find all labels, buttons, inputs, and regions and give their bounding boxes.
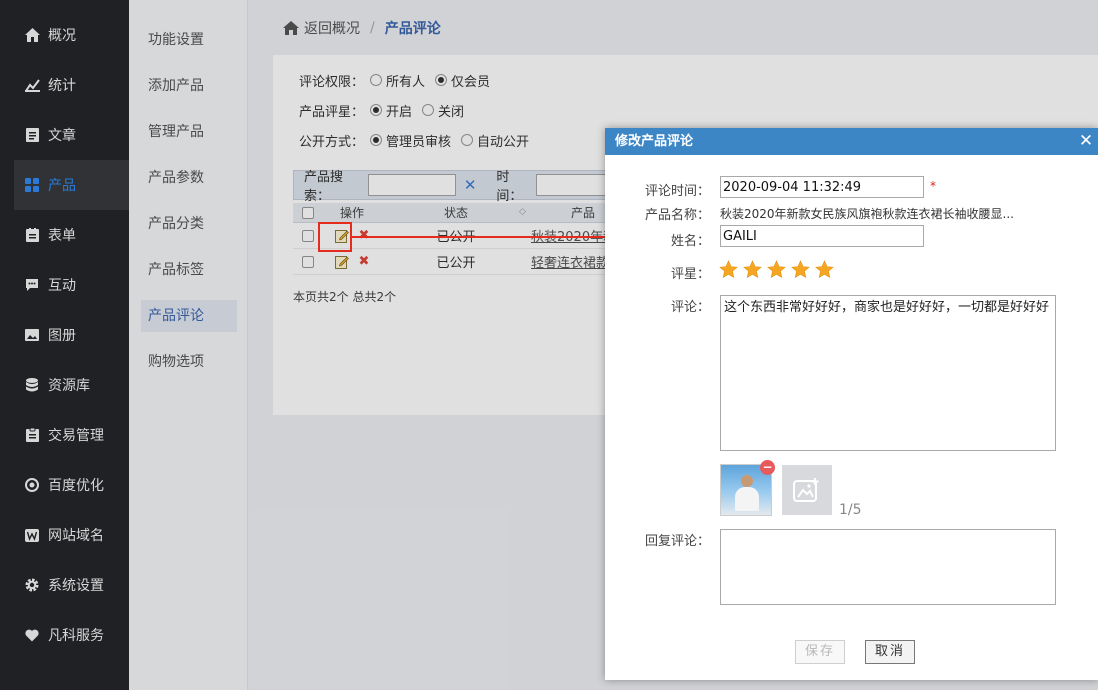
sidebar-item-article[interactable]: 文章 xyxy=(0,110,129,160)
comment-field-label: 评论： xyxy=(670,300,710,315)
sidebar-item-label: 资源库 xyxy=(48,378,90,394)
album-icon xyxy=(24,327,40,343)
article-icon xyxy=(24,127,40,143)
reply-textarea[interactable] xyxy=(720,529,1056,605)
sidebar-item-label: 表单 xyxy=(48,228,76,244)
comment-textarea[interactable]: 这个东西非常好好好，商家也是好好好，一切都是好好好 xyxy=(720,295,1056,451)
sidebar-item-resources[interactable]: 资源库 xyxy=(0,360,129,410)
form-icon xyxy=(24,227,40,243)
sidebar-item-trade[interactable]: 交易管理 xyxy=(0,410,129,460)
rating-field-label: 评星： xyxy=(670,267,710,282)
home-icon xyxy=(24,27,40,43)
product-field-label: 产品名称： xyxy=(644,208,710,223)
sidebar-item-label: 产品 xyxy=(48,178,76,194)
dialog-title: 修改产品评论 xyxy=(615,134,694,149)
sidebar-item-settings[interactable]: 系统设置 xyxy=(0,560,129,610)
gear-icon xyxy=(24,577,40,593)
annotation-arrow-line xyxy=(352,236,615,238)
sidebar-item-stats[interactable]: 统计 xyxy=(0,60,129,110)
main-sidebar: 概况 统计 文章 产品 表单 互动 图册 资源库 交易管理 百度优化 网站域名 xyxy=(0,0,129,690)
star-icon[interactable] xyxy=(743,260,762,279)
time-field-label: 评论时间： xyxy=(644,184,710,199)
sidebar-item-overview[interactable]: 概况 xyxy=(0,10,129,60)
sidebar-item-seo[interactable]: 百度优化 xyxy=(0,460,129,510)
star-icon[interactable] xyxy=(719,260,738,279)
required-mark: * xyxy=(930,179,936,193)
image-count: 1/5 xyxy=(839,502,862,518)
seo-icon xyxy=(24,477,40,493)
sidebar-item-label: 图册 xyxy=(48,328,76,344)
annotation-highlight-box xyxy=(318,222,352,252)
rating-stars xyxy=(719,260,834,279)
star-icon[interactable] xyxy=(791,260,810,279)
name-input[interactable] xyxy=(720,225,924,247)
add-image-icon xyxy=(793,478,819,502)
chat-icon xyxy=(24,277,40,293)
sidebar-item-domain[interactable]: 网站域名 xyxy=(0,510,129,560)
dialog-title-bar: 修改产品评论 ✕ xyxy=(605,128,1098,155)
database-icon xyxy=(24,377,40,393)
sidebar-item-label: 互动 xyxy=(48,278,76,294)
save-button[interactable]: 保存 xyxy=(795,640,845,664)
sidebar-item-interaction[interactable]: 互动 xyxy=(0,260,129,310)
stats-icon xyxy=(24,77,40,93)
sidebar-item-label: 网站域名 xyxy=(48,528,104,544)
edit-comment-dialog: 修改产品评论 ✕ 评论时间： * 产品名称： 秋装2020年新款女民族风旗袍秋款… xyxy=(605,128,1098,680)
sidebar-item-label: 统计 xyxy=(48,78,76,94)
sidebar-item-service[interactable]: 凡科服务 xyxy=(0,610,129,660)
sidebar-item-form[interactable]: 表单 xyxy=(0,210,129,260)
product-name-value: 秋装2020年新款女民族风旗袍秋款连衣裙长袖收腰显... xyxy=(720,207,1014,221)
sidebar-item-label: 概况 xyxy=(48,28,76,44)
sidebar-item-product[interactable]: 产品 xyxy=(14,160,129,210)
sidebar-item-label: 凡科服务 xyxy=(48,628,104,644)
heart-icon xyxy=(24,627,40,643)
sidebar-item-label: 交易管理 xyxy=(48,428,104,444)
sidebar-item-label: 百度优化 xyxy=(48,478,104,494)
cancel-button[interactable]: 取消 xyxy=(865,640,915,664)
comment-time-input[interactable] xyxy=(720,176,924,198)
remove-image-icon[interactable]: − xyxy=(760,460,775,475)
add-image-button[interactable] xyxy=(782,465,832,515)
close-icon[interactable]: ✕ xyxy=(1076,128,1096,155)
product-icon xyxy=(24,177,40,193)
sidebar-item-label: 文章 xyxy=(48,128,76,144)
reply-field-label: 回复评论： xyxy=(644,534,710,549)
sidebar-item-album[interactable]: 图册 xyxy=(0,310,129,360)
star-icon[interactable] xyxy=(767,260,786,279)
sidebar-item-label: 系统设置 xyxy=(48,578,104,594)
domain-icon xyxy=(24,527,40,543)
name-field-label: 姓名： xyxy=(670,234,710,249)
star-icon[interactable] xyxy=(815,260,834,279)
trade-icon xyxy=(24,427,40,443)
